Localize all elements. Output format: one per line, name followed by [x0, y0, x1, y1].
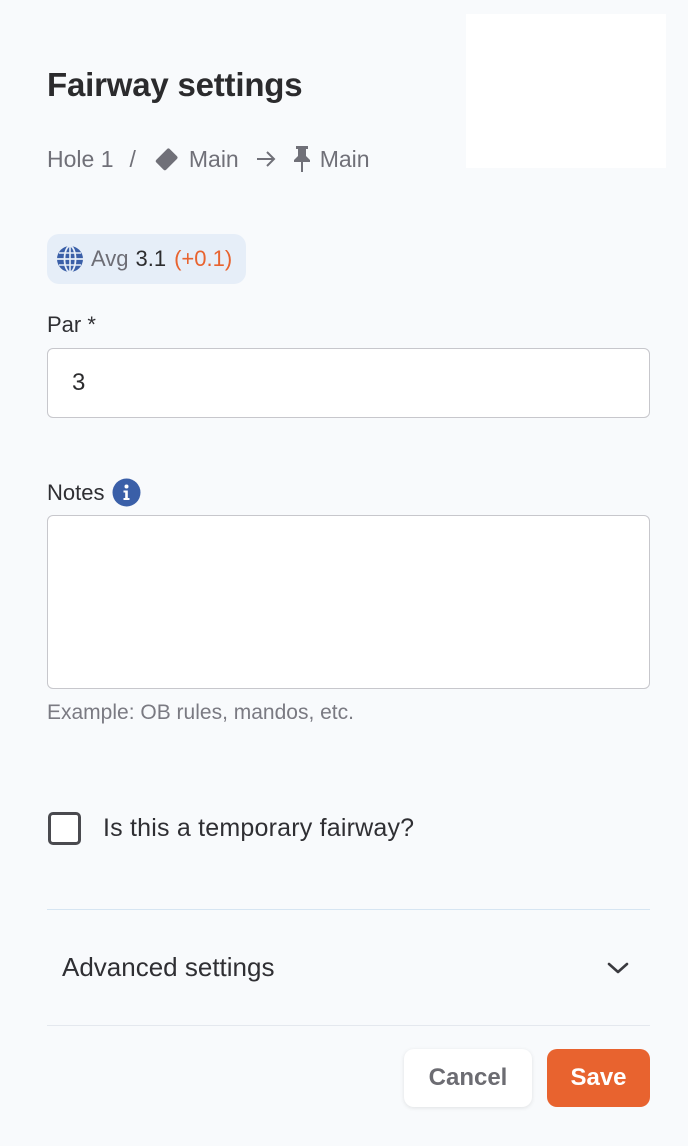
average-value: 3.1: [135, 246, 167, 271]
info-icon[interactable]: [112, 478, 141, 507]
par-input[interactable]: 3: [47, 348, 650, 418]
average-delta: (+0.1): [174, 246, 233, 271]
fairway-settings-dialog: Fairway settings Hole 1 / Main Main Avg …: [0, 0, 688, 1146]
breadcrumb-tee-label: Main: [188, 145, 239, 172]
cancel-button[interactable]: Cancel: [404, 1049, 532, 1107]
notes-label: Notes: [47, 479, 105, 505]
corner-panel: [466, 14, 666, 168]
temporary-fairway-toggle[interactable]: Is this a temporary fairway?: [48, 810, 414, 846]
arrow-right-icon: [255, 149, 277, 169]
save-button[interactable]: Save: [547, 1049, 650, 1107]
advanced-settings-toggle[interactable]: Advanced settings: [47, 910, 650, 1025]
breadcrumb-hole: Hole 1: [47, 145, 114, 172]
tag-icon: [152, 144, 182, 174]
divider: [47, 1025, 650, 1026]
notes-helper-text: Example: OB rules, mandos, etc.: [47, 701, 354, 724]
temporary-fairway-label: Is this a temporary fairway?: [103, 813, 415, 842]
breadcrumb: Hole 1 / Main Main: [47, 143, 370, 175]
breadcrumb-separator: /: [129, 145, 136, 172]
notes-textarea[interactable]: [47, 515, 650, 689]
breadcrumb-target-label: Main: [319, 145, 370, 172]
average-label: Avg: [91, 246, 129, 271]
page-title: Fairway settings: [47, 66, 303, 103]
average-badge: Avg 3.1 (+0.1): [47, 234, 246, 284]
advanced-settings-label: Advanced settings: [62, 952, 275, 982]
par-label: Par *: [47, 312, 96, 337]
globe-icon: [55, 244, 85, 274]
temporary-fairway-checkbox[interactable]: [48, 811, 81, 845]
chevron-down-icon: [606, 960, 630, 976]
pin-icon: [291, 144, 313, 174]
notes-label-row: Notes: [47, 478, 141, 507]
